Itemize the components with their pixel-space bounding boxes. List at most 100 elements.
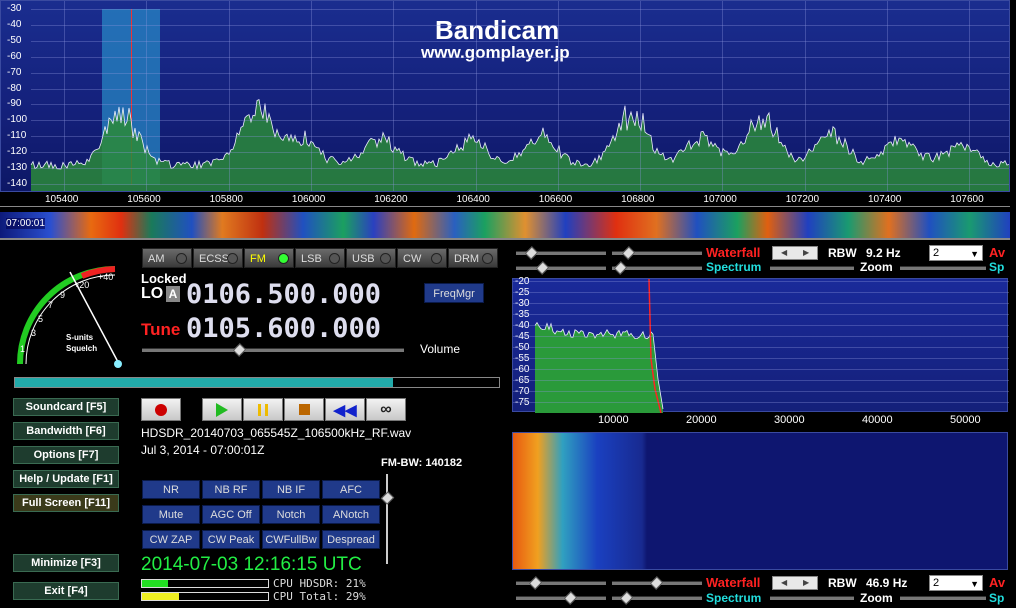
fm-bw-knob[interactable] xyxy=(380,491,395,505)
dsp-button[interactable]: NR xyxy=(142,480,200,499)
af-x-label: 30000 xyxy=(774,414,805,426)
rf-y-label: -60 xyxy=(7,50,22,62)
nav-button[interactable]: Options [F7] xyxy=(13,446,119,464)
cpu-total-bar xyxy=(141,592,269,601)
rf-rbw-value: 9.2 Hz xyxy=(866,246,901,260)
record-button[interactable] xyxy=(141,398,181,421)
rf-av-label: Av xyxy=(989,245,1006,260)
af-average-combo[interactable]: 2 ▼ xyxy=(929,575,983,591)
dsp-button[interactable]: AGC Off xyxy=(202,505,260,524)
stop-icon xyxy=(298,404,310,415)
mode-button-usb[interactable]: USB xyxy=(346,248,396,268)
nav-button[interactable]: Bandwidth [F6] xyxy=(13,422,119,440)
tune-frequency[interactable]: 0105.600.000 xyxy=(186,313,381,344)
af-zoom-slider-2[interactable] xyxy=(900,596,986,600)
rf-average-combo[interactable]: 2 ▼ xyxy=(929,245,983,261)
mode-label: DRM xyxy=(454,253,480,265)
pause-button[interactable] xyxy=(243,398,283,421)
af-spin[interactable]: ◀ ▶ xyxy=(772,576,818,590)
rf-x-label: 107600 xyxy=(950,194,984,205)
s-meter-gauge[interactable]: 1 3 5 7 9 +20 +40 S-units Squelch xyxy=(10,252,130,372)
s-scale-3: 3 xyxy=(31,328,36,338)
rewind-button[interactable]: ◀◀ xyxy=(325,398,365,421)
rf-waterfall-label: Waterfall xyxy=(706,245,761,260)
s-scale-1: 1 xyxy=(20,344,25,354)
rf-spectrum-slider-1[interactable] xyxy=(516,266,606,270)
rf-spectrum-display[interactable]: Bandicam www.gomplayer.jp -30 -40 -50 -60 -7… xyxy=(0,0,1010,192)
rf-spin[interactable]: ◀ ▶ xyxy=(772,246,818,260)
dsp-button[interactable]: CW Peak xyxy=(202,530,260,549)
rf-grid-vline xyxy=(393,1,395,191)
dsp-button[interactable]: AFC xyxy=(322,480,380,499)
rf-y-label: -30 xyxy=(7,3,22,14)
volume-label: Volume xyxy=(420,342,461,356)
af-zoom-slider[interactable] xyxy=(770,596,854,600)
af-slider-knob-1[interactable] xyxy=(528,576,543,590)
mode-button-ecss[interactable]: ECSS xyxy=(193,248,243,268)
loop-button[interactable]: ∞ xyxy=(366,398,406,421)
nav-button[interactable]: Soundcard [F5] xyxy=(13,398,119,416)
nav-button[interactable]: Minimize [F3] xyxy=(13,554,119,572)
af-spectrum-slider-1[interactable] xyxy=(516,596,606,600)
rf-x-label: 107000 xyxy=(703,194,737,205)
s-scale-20: +20 xyxy=(74,280,89,290)
rf-y-label: -70 xyxy=(7,66,22,78)
af-slider-knob-4[interactable] xyxy=(619,591,634,605)
mode-button-fm[interactable]: FM xyxy=(244,248,294,268)
rf-slider-knob-3[interactable] xyxy=(535,261,550,275)
dsp-button[interactable]: NB RF xyxy=(202,480,260,499)
af-waterfall-display[interactable] xyxy=(512,432,1008,570)
af-waterfall-label: Waterfall xyxy=(706,575,761,590)
af-slider-knob-3[interactable] xyxy=(563,591,578,605)
volume-slider[interactable] xyxy=(142,348,404,352)
play-icon xyxy=(216,402,228,417)
rf-y-label: -90 xyxy=(7,98,22,110)
squelch-slider[interactable] xyxy=(14,377,500,388)
lo-a-button[interactable]: A xyxy=(166,286,180,302)
dsp-button[interactable]: Despread xyxy=(322,530,380,549)
play-button[interactable] xyxy=(202,398,242,421)
rf-slider-knob-1[interactable] xyxy=(524,246,539,260)
rf-slider-knob-4[interactable] xyxy=(613,261,628,275)
dsp-button[interactable]: ANotch xyxy=(322,505,380,524)
mode-label: LSB xyxy=(301,253,322,265)
nav-button[interactable]: Exit [F4] xyxy=(13,582,119,600)
mode-led-icon xyxy=(431,253,442,264)
mode-button-lsb[interactable]: LSB xyxy=(295,248,345,268)
rf-x-label: 105600 xyxy=(127,194,161,205)
stop-button[interactable] xyxy=(284,398,324,421)
dsp-button[interactable]: Mute xyxy=(142,505,200,524)
af-grid-line xyxy=(513,391,1009,392)
lo-frequency[interactable]: 0106.500.000 xyxy=(186,279,381,310)
rf-x-label: 105800 xyxy=(209,194,243,205)
freqmgr-button[interactable]: FreqMgr xyxy=(424,283,484,303)
af-spectrum-display[interactable]: -20 -25 -30 -35 -40 -45 -50 -55 -60 -65 -70 -75 xyxy=(512,276,1009,414)
dsp-button[interactable]: Notch xyxy=(262,505,320,524)
rf-waterfall-strip[interactable]: 07:00:01 xyxy=(0,212,1010,240)
rf-grid-line xyxy=(31,40,1009,42)
mode-button-am[interactable]: AM xyxy=(142,248,192,268)
dsp-button[interactable]: CWFullBw xyxy=(262,530,320,549)
af-rbw-label: RBW xyxy=(828,576,857,590)
dsp-button[interactable]: CW ZAP xyxy=(142,530,200,549)
rf-x-label: 106200 xyxy=(374,194,408,205)
af-grid-line xyxy=(513,336,1009,337)
dsp-button[interactable]: NB IF xyxy=(262,480,320,499)
mode-button-drm[interactable]: DRM xyxy=(448,248,498,268)
rf-x-label: 106000 xyxy=(291,194,326,205)
nav-button[interactable]: Help / Update [F1] xyxy=(13,470,119,488)
nav-button[interactable]: Full Screen [F11] xyxy=(13,494,119,512)
af-slider-knob-2[interactable] xyxy=(649,576,664,590)
loop-icon: ∞ xyxy=(380,400,392,418)
af-av-label: Av xyxy=(989,575,1006,590)
mode-button-cw[interactable]: CW xyxy=(397,248,447,268)
watermark-url: www.gomplayer.jp xyxy=(421,43,570,62)
rf-zoom-slider-2[interactable] xyxy=(900,266,986,270)
volume-knob[interactable] xyxy=(232,343,247,357)
rf-zoom-slider[interactable] xyxy=(770,266,854,270)
af-waterfall-image xyxy=(513,433,1007,569)
rf-x-label: 106800 xyxy=(621,194,655,205)
rewind-icon: ◀◀ xyxy=(333,401,357,419)
rf-slider-knob-2[interactable] xyxy=(621,246,636,260)
fm-bw-slider[interactable] xyxy=(386,474,388,564)
